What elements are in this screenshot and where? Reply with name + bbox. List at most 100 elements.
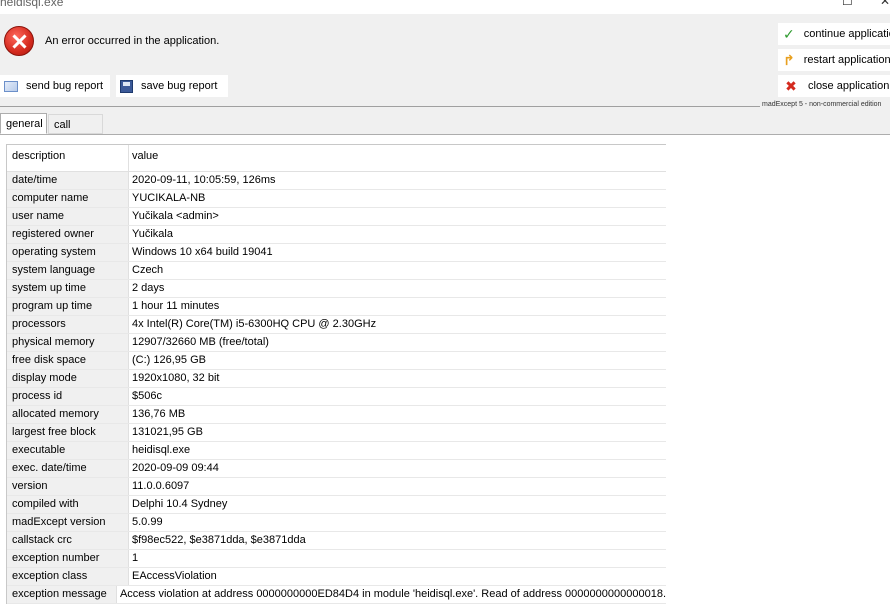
row-value: Access violation at address 0000000000ED… (119, 588, 666, 600)
row-key: date/time (7, 172, 129, 189)
table-row[interactable]: user name Yučikala <admin> (7, 208, 666, 226)
table-row[interactable]: exec. date/time 2020-09-09 09:44 (7, 460, 666, 478)
close-application-button[interactable]: ✖ close application (778, 75, 890, 97)
row-value: 2020-09-11, 10:05:59, 126ms (132, 174, 276, 186)
row-value: 136,76 MB (132, 408, 186, 420)
row-key: free disk space (7, 352, 129, 369)
row-key: system up time (7, 280, 129, 297)
error-message: An error occurred in the application. (45, 35, 220, 47)
table-row[interactable]: system language Czech (7, 262, 666, 280)
table-row[interactable]: largest free block 131021,95 GB (7, 424, 666, 442)
row-key: process id (7, 388, 129, 405)
row-value: 5.0.99 (132, 516, 163, 528)
row-key: registered owner (7, 226, 129, 243)
checkmark-icon: ✓ (783, 25, 795, 42)
row-value: 4x Intel(R) Core(TM) i5-6300HQ CPU @ 2.3… (132, 318, 377, 330)
column-header-description[interactable]: description (7, 145, 129, 171)
table-row[interactable]: executable heidisql.exe (7, 442, 666, 460)
send-bug-report-button[interactable]: send bug report (0, 75, 110, 97)
row-key: callstack crc (7, 532, 129, 549)
row-value: Windows 10 x64 build 19041 (132, 246, 273, 258)
row-key: display mode (7, 370, 129, 387)
restart-arrow-icon: ↱ (783, 51, 795, 68)
close-window-icon[interactable]: ✕ (880, 0, 890, 8)
row-value: (C:) 126,95 GB (132, 354, 206, 366)
floppy-disk-icon (120, 79, 133, 93)
tab-general[interactable]: general (0, 113, 47, 134)
row-value: $506c (132, 390, 162, 402)
continue-application-label: continue application (803, 28, 890, 40)
row-value: Yučikala <admin> (132, 210, 219, 222)
separator-line (0, 106, 760, 107)
save-bug-report-button[interactable]: save bug report (116, 75, 228, 97)
table-row[interactable]: madExcept version 5.0.99 (7, 514, 666, 532)
row-key: exception message (7, 586, 117, 603)
general-panel: description value date/time 2020-09-11, 1… (0, 134, 890, 608)
table-row[interactable]: date/time 2020-09-11, 10:05:59, 126ms (7, 172, 666, 190)
table-row[interactable]: operating system Windows 10 x64 build 190… (7, 244, 666, 262)
table-row[interactable]: allocated memory 136,76 MB (7, 406, 666, 424)
error-x-icon (4, 26, 34, 56)
table-row[interactable]: program up time 1 hour 11 minutes (7, 298, 666, 316)
row-key: largest free block (7, 424, 129, 441)
envelope-icon (4, 80, 18, 92)
row-key: madExcept version (7, 514, 129, 531)
row-value: 1 hour 11 minutes (132, 300, 220, 312)
row-value: $f98ec522, $e3871dda, $e3871dda (132, 534, 306, 546)
row-value: 11.0.0.6097 (132, 480, 190, 492)
send-bug-report-label: send bug report (26, 80, 104, 92)
row-value: 2 days (132, 282, 165, 294)
row-value: 131021,95 GB (132, 426, 203, 438)
table-row[interactable]: callstack crc $f98ec522, $e3871dda, $e387… (7, 532, 666, 550)
maximize-icon[interactable]: ☐ (842, 0, 853, 8)
restart-application-label: restart application (803, 54, 890, 66)
table-row[interactable]: exception number 1 (7, 550, 666, 568)
row-value: 2020-09-09 09:44 (132, 462, 219, 474)
row-key: allocated memory (7, 406, 129, 423)
row-key: exec. date/time (7, 460, 129, 477)
row-value: 12907/32660 MB (free/total) (132, 336, 269, 348)
row-key: program up time (7, 298, 129, 315)
restart-application-button[interactable]: ↱ restart application (778, 49, 890, 71)
column-header-value[interactable]: value (129, 145, 159, 171)
table-row[interactable]: process id $506c (7, 388, 666, 406)
table-row[interactable]: free disk space (C:) 126,95 GB (7, 352, 666, 370)
continue-application-button[interactable]: ✓ continue application (778, 23, 890, 45)
row-value: Czech (132, 264, 164, 276)
row-key: computer name (7, 190, 129, 207)
row-value: 1920x1080, 32 bit (132, 372, 220, 384)
title-bar: heidisql.exe ☐ ✕ (0, 0, 890, 14)
row-key: physical memory (7, 334, 129, 351)
table-row[interactable]: processors 4x Intel(R) Core(TM) i5-6300HQ… (7, 316, 666, 334)
row-value: Yučikala (132, 228, 173, 240)
row-value: YUCIKALA-NB (132, 192, 206, 204)
grid-body: date/time 2020-09-11, 10:05:59, 126ms comp… (7, 172, 666, 604)
row-key: user name (7, 208, 129, 225)
table-row[interactable]: compiled with Delphi 10.4 Sydney (7, 496, 666, 514)
details-grid[interactable]: description value date/time 2020-09-11, 1… (6, 144, 666, 604)
row-key: exception class (7, 568, 129, 585)
row-key: compiled with (7, 496, 129, 513)
row-key: exception number (7, 550, 129, 567)
table-row[interactable]: display mode 1920x1080, 32 bit (7, 370, 666, 388)
row-key: version (7, 478, 129, 495)
table-row[interactable]: computer name YUCIKALA-NB (7, 190, 666, 208)
row-value: heidisql.exe (132, 444, 191, 456)
row-value: Delphi 10.4 Sydney (132, 498, 228, 510)
window-title: heidisql.exe (0, 0, 64, 9)
save-bug-report-label: save bug report (141, 80, 218, 92)
table-row[interactable]: version 11.0.0.6097 (7, 478, 666, 496)
table-row[interactable]: exception message Access violation at add… (7, 586, 666, 604)
madexcept-edition-label: madExcept 5 - non-commercial edition (762, 101, 882, 108)
table-row[interactable]: system up time 2 days (7, 280, 666, 298)
row-key: operating system (7, 244, 129, 261)
row-value: 1 (132, 552, 139, 564)
close-x-icon: ✖ (785, 77, 797, 94)
table-row[interactable]: exception class EAccessViolation (7, 568, 666, 586)
row-key: processors (7, 316, 129, 333)
tab-call-stack[interactable]: call stack (48, 114, 103, 151)
table-row[interactable]: physical memory 12907/32660 MB (free/tota… (7, 334, 666, 352)
row-value: EAccessViolation (132, 570, 217, 582)
close-application-label: close application (808, 80, 890, 92)
table-row[interactable]: registered owner Yučikala (7, 226, 666, 244)
